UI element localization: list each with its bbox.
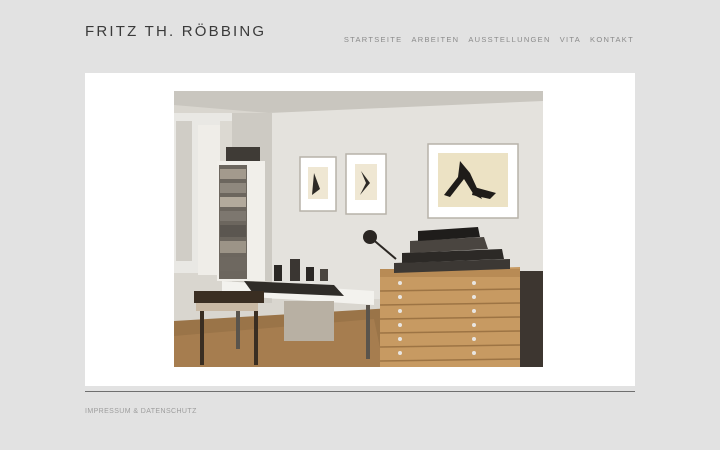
nav-item-startseite: STARTSEITE xyxy=(344,29,403,47)
content-card xyxy=(85,73,635,386)
nav-item-arbeiten: ARBEITEN xyxy=(411,29,459,47)
site-title[interactable]: FRITZ TH. RÖBBING xyxy=(85,23,266,40)
nav-link-startseite[interactable]: STARTSEITE xyxy=(344,35,403,44)
nav-link-ausstellungen[interactable]: AUSSTELLUNGEN xyxy=(468,35,550,44)
main-navigation: STARTSEITE ARBEITEN AUSSTELLUNGEN VITA K… xyxy=(344,29,634,47)
nav-item-vita: VITA xyxy=(560,29,581,47)
nav-link-kontakt[interactable]: KONTAKT xyxy=(590,35,634,44)
nav-link-vita[interactable]: VITA xyxy=(560,35,581,44)
footer-impressum-link[interactable]: IMPRESSUM & DATENSCHUTZ xyxy=(85,408,197,415)
studio-photo xyxy=(174,91,543,367)
studio-photo-illustration xyxy=(174,91,543,367)
nav-item-kontakt: KONTAKT xyxy=(590,29,634,47)
footer-divider xyxy=(85,391,635,392)
nav-item-ausstellungen: AUSSTELLUNGEN xyxy=(468,29,550,47)
nav-link-arbeiten[interactable]: ARBEITEN xyxy=(411,35,459,44)
